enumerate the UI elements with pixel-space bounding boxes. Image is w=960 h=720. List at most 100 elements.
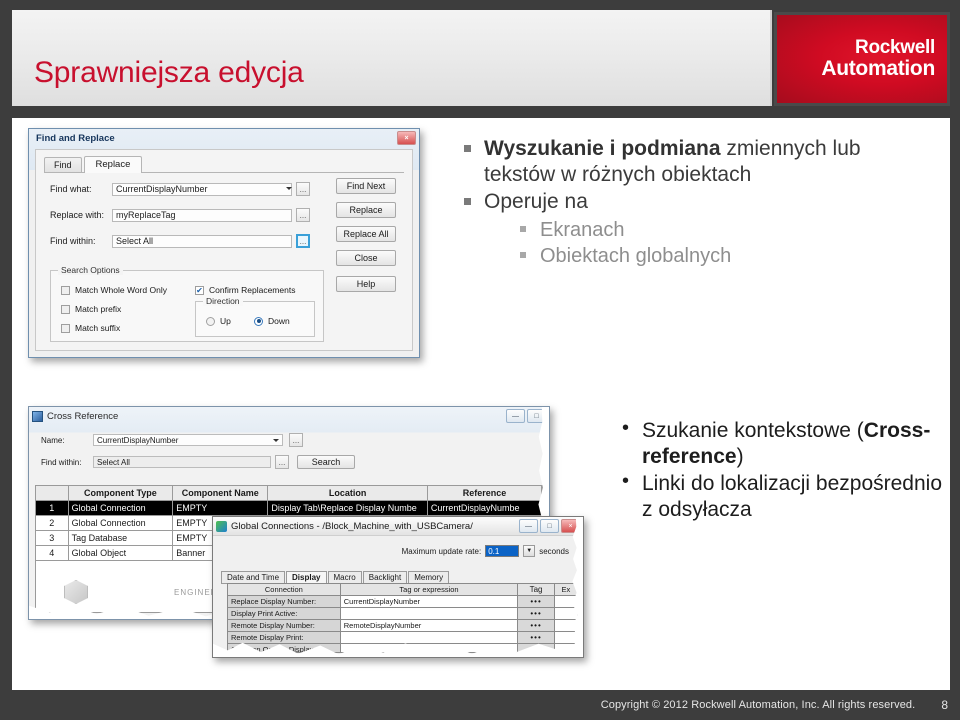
logo-line-2: Automation [821, 56, 935, 80]
cell-location: Display Tab\Replace Display Numbe [268, 501, 428, 516]
radio-circle [206, 316, 215, 326]
replace-with-browse-button[interactable]: ... [296, 208, 310, 222]
bullet-item-2: Operuje na [462, 189, 936, 215]
find-what-input[interactable]: CurrentDisplayNumber [112, 182, 292, 196]
cell-tag-browse-button[interactable]: ••• [518, 608, 555, 620]
cell-type: Global Connection [68, 516, 174, 531]
checkbox-box: ✔ [195, 285, 204, 295]
table-row[interactable]: 1 Global Connection EMPTY Display Tab\Re… [36, 501, 542, 516]
xref-find-within-browse-button[interactable]: ... [275, 455, 289, 469]
update-rate-label: Maximum update rate: [401, 546, 482, 556]
help-button[interactable]: Help [336, 276, 396, 292]
find-within-input[interactable]: Select All [112, 234, 292, 248]
radio-down[interactable]: Down [254, 316, 290, 326]
table-row[interactable]: Replace Display Number: CurrentDisplayNu… [228, 596, 578, 608]
checkbox-box [61, 304, 70, 314]
minimize-icon[interactable]: — [506, 409, 525, 423]
checkbox-match-suffix[interactable]: Match suffix [61, 323, 120, 333]
close-button[interactable]: Close [336, 250, 396, 266]
minimize-icon[interactable]: — [519, 519, 538, 533]
find-dialog-body: Find Replace Find what: CurrentDisplayNu… [35, 149, 413, 351]
update-rate-input[interactable]: 0.1 [485, 545, 520, 557]
xref-find-within-label: Find within: [41, 457, 82, 467]
rockwell-automation-logo: Rockwell Automation [774, 12, 950, 106]
col-component-name: Component Name [173, 486, 269, 501]
find-within-row: Find within: Select All ... [50, 234, 310, 248]
tab-display[interactable]: Display [286, 571, 327, 583]
replace-all-button[interactable]: Replace All [336, 226, 396, 242]
logo-text: Rockwell Automation [821, 38, 947, 80]
radio-up[interactable]: Up [206, 316, 231, 326]
tab-date-and-time[interactable]: Date and Time [221, 571, 286, 583]
tab-backlight[interactable]: Backlight [362, 571, 408, 583]
slide-body: Find and Replace × Find Replace Find wha… [12, 118, 950, 690]
cell-expression[interactable]: RemoteDisplayNumber [340, 620, 519, 632]
tab-memory[interactable]: Memory [408, 571, 450, 583]
bullet-bottom-1-post: ) [736, 445, 744, 469]
col-location: Location [268, 486, 428, 501]
cell-expression[interactable] [340, 632, 519, 644]
cell-index: 3 [36, 531, 69, 546]
cell-connection: Remote Display Print: [228, 632, 341, 644]
find-dialog-tabs: Find Replace [44, 156, 404, 173]
slide-footer: Copyright © 2012 Rockwell Automation, In… [0, 690, 960, 720]
close-icon[interactable]: × [397, 131, 416, 145]
direction-group: Direction Up Down [195, 296, 315, 337]
chevron-down-icon[interactable] [286, 187, 292, 190]
cell-index: 1 [36, 501, 69, 516]
table-row[interactable]: Remote Display Number: RemoteDisplayNumb… [228, 620, 578, 632]
col-component-type: Component Type [68, 486, 174, 501]
find-next-button[interactable]: Find Next [336, 178, 396, 194]
search-options-label: Search Options [58, 265, 123, 275]
gconn-table[interactable]: Connection Tag or expression Tag Ex Repl… [227, 583, 579, 653]
bullet-item-1-bold: Wyszukanie i podmiana [484, 137, 721, 160]
find-what-browse-button[interactable]: ... [296, 182, 310, 196]
update-rate-unit: seconds [539, 546, 569, 556]
replace-with-input[interactable]: myReplaceTag [112, 208, 292, 222]
xref-name-label: Name: [41, 435, 65, 445]
cell-tag-browse-button[interactable]: ••• [518, 632, 555, 644]
tab-macro[interactable]: Macro [327, 571, 362, 583]
chevron-down-icon[interactable]: ▼ [523, 545, 536, 557]
bullet-item-1: Wyszukanie i podmiana zmiennych lub teks… [462, 136, 936, 187]
xref-find-within-input[interactable]: Select All [93, 456, 271, 468]
cell-tag-browse-button[interactable]: ••• [518, 620, 555, 632]
chevron-down-icon[interactable] [273, 438, 279, 442]
xref-name-browse-button[interactable]: ... [289, 433, 303, 447]
bullet-list-top: Wyszukanie i podmiana zmiennych lub teks… [462, 136, 936, 269]
checkbox-match-prefix[interactable]: Match prefix [61, 304, 121, 314]
cube-icon [64, 580, 88, 604]
bullet-list-bottom: Szukanie kontekstowe (Cross-reference) L… [620, 416, 950, 524]
gconn-title: Global Connections - /Block_Machine_with… [231, 520, 473, 532]
page-title: Sprawniejsza edycja [34, 56, 304, 89]
find-what-label: Find what: [50, 184, 92, 194]
logo-line-1: Rockwell [855, 37, 935, 59]
checkbox-match-whole-word[interactable]: Match Whole Word Only [61, 285, 167, 295]
cell-connection: Display Print Active: [228, 608, 341, 620]
tab-replace[interactable]: Replace [83, 156, 143, 173]
cell-type: Global Connection [68, 501, 174, 516]
cell-name: EMPTY [173, 501, 269, 516]
table-row[interactable]: Remote Display Print: ••• [228, 632, 578, 644]
find-within-browse-button[interactable]: ... [296, 234, 310, 248]
tab-find[interactable]: Find [44, 157, 82, 172]
replace-button[interactable]: Replace [336, 202, 396, 218]
radio-label: Down [268, 316, 290, 326]
cell-index: 2 [36, 516, 69, 531]
checkbox-confirm-replacements[interactable]: ✔ Confirm Replacements [195, 285, 295, 295]
table-row[interactable]: Display Print Active: ••• [228, 608, 578, 620]
maximize-icon[interactable]: □ [540, 519, 559, 533]
xref-name-row: Name: CurrentDisplayNumber ... [41, 433, 303, 447]
cell-ex[interactable] [554, 632, 578, 644]
xref-title: Cross Reference [47, 410, 119, 422]
cell-ex[interactable] [554, 608, 578, 620]
bullet-bottom-1-pre: Szukanie kontekstowe ( [642, 419, 864, 442]
xref-name-input[interactable]: CurrentDisplayNumber [93, 434, 283, 446]
cell-expression[interactable] [340, 608, 519, 620]
copyright-text: Copyright © 2012 Rockwell Automation, In… [600, 699, 916, 711]
xref-search-button[interactable]: Search [297, 455, 355, 469]
find-within-label: Find within: [50, 236, 96, 246]
cell-tag-browse-button[interactable]: ••• [518, 596, 555, 608]
checkbox-label: Match suffix [75, 323, 121, 333]
cell-expression[interactable]: CurrentDisplayNumber [340, 596, 519, 608]
